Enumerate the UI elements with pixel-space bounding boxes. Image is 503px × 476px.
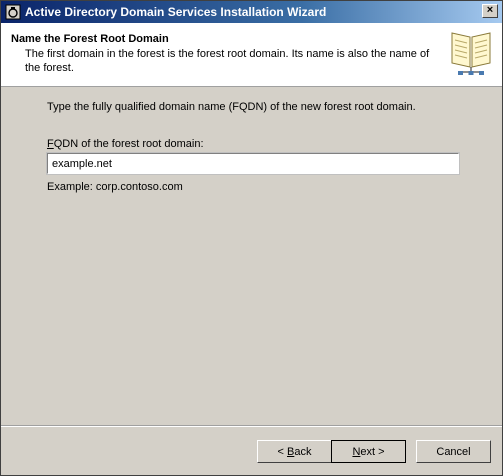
fqdn-label-accelerator: F [47, 138, 54, 150]
back-button-prefix: < [277, 445, 287, 458]
wizard-content: Type the fully qualified domain name (FQ… [1, 87, 502, 421]
page-description: The first domain in the forest is the fo… [25, 48, 430, 74]
wizard-header: Name the Forest Root Domain The first do… [1, 23, 502, 87]
next-button-text: ext > [360, 445, 385, 458]
book-icon [448, 27, 494, 77]
page-title: Name the Forest Root Domain [11, 33, 169, 45]
fqdn-input[interactable] [46, 152, 460, 175]
cancel-button[interactable]: Cancel [416, 440, 491, 463]
wizard-window: Active Directory Domain Services Install… [0, 0, 503, 476]
button-separator [1, 425, 502, 427]
back-button-text: ack [294, 445, 312, 458]
fqdn-label-text: QDN of the forest root domain: [53, 138, 204, 150]
example-text: Example: corp.contoso.com [47, 181, 183, 193]
window-title: Active Directory Domain Services Install… [25, 5, 327, 19]
title-bar[interactable]: Active Directory Domain Services Install… [1, 1, 502, 23]
close-button[interactable]: × [482, 4, 498, 18]
wizard-app-icon [5, 4, 21, 20]
back-button[interactable]: < Back [257, 440, 332, 463]
next-button[interactable]: Next > [331, 440, 406, 463]
fqdn-label: FQDN of the forest root domain: [47, 138, 204, 150]
instruction-text: Type the fully qualified domain name (FQ… [47, 101, 416, 113]
